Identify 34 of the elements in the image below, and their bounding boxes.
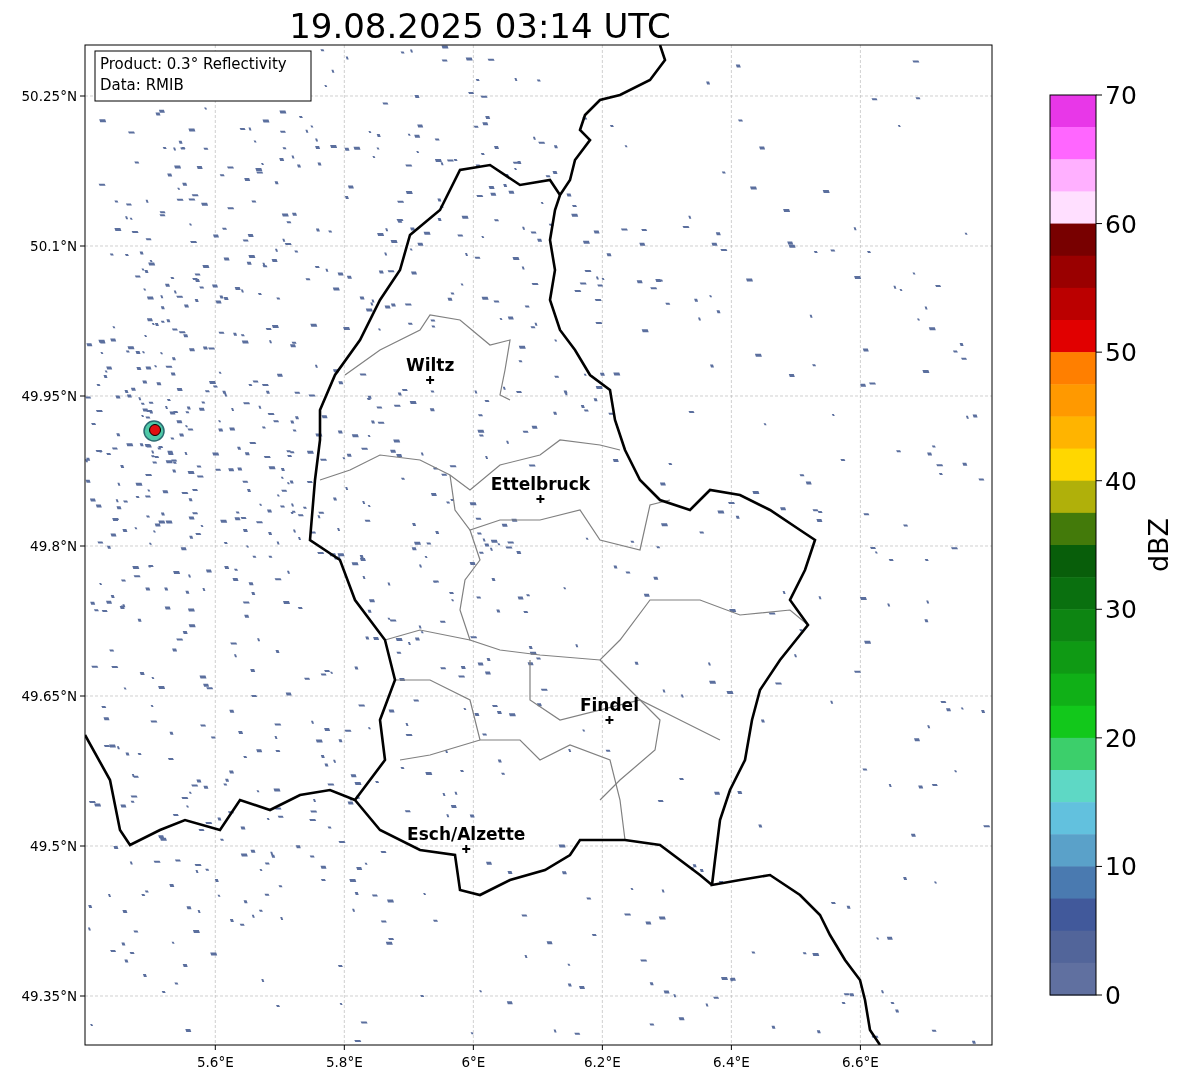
colorbar-tick-label: 50 (1105, 338, 1137, 368)
latitude-label: 49.35°N (21, 988, 77, 1004)
city-marker-icon (425, 375, 436, 385)
latitude-label: 49.65°N (21, 688, 77, 704)
longitude-label: 6.4°E (713, 1054, 750, 1070)
colorbar-tick-label: 60 (1105, 209, 1137, 239)
colorbar-tick-label: 20 (1105, 723, 1137, 753)
longitude-label: 6°E (461, 1054, 486, 1070)
longitude-label: 6.2°E (584, 1054, 621, 1070)
city-marker-icon (461, 844, 472, 854)
colorbar-tick-label: 70 (1105, 81, 1137, 110)
info-text: Data: RMIB (100, 76, 184, 94)
latitude-label: 49.8°N (30, 538, 77, 554)
longitude-label: 6.6°E (842, 1054, 879, 1070)
radar-site-icon (143, 420, 165, 442)
latitude-label: 49.5°N (30, 838, 77, 854)
latitude-label: 50.25°N (21, 88, 77, 104)
colorbar-tick-label: 10 (1105, 852, 1137, 882)
city-marker-icon (604, 715, 615, 725)
city-label: Ettelbruck (490, 474, 591, 494)
city-label: Findel (579, 695, 639, 715)
colorbar-tick-label: 30 (1105, 595, 1137, 625)
latitude-label: 49.95°N (21, 388, 77, 404)
latitude-label: 50.1°N (30, 238, 77, 254)
colorbar-tick-label: 40 (1105, 466, 1137, 496)
city-label: Wiltz (405, 355, 455, 375)
colorbar-label: dBZ (1143, 517, 1174, 573)
chart-title: 19.08.2025 03:14 UTC (289, 6, 671, 46)
info-text: Product: 0.3° Reflectivity (100, 55, 287, 73)
city-label: Esch/Alzette (407, 824, 526, 844)
longitude-label: 5.6°E (196, 1054, 234, 1070)
colorbar-tick-label: 0 (1105, 981, 1121, 1010)
city-marker-icon (535, 494, 546, 504)
longitude-label: 5.8°E (325, 1054, 363, 1070)
